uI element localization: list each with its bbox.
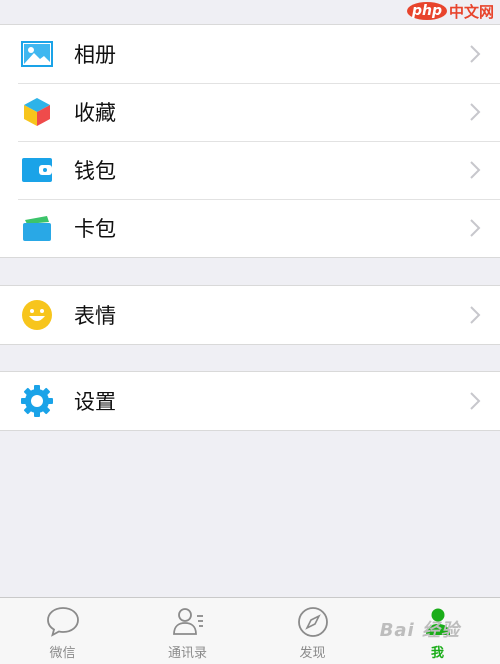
favorites-cube-icon (20, 95, 54, 129)
tab-label: 通讯录 (167, 646, 207, 661)
bottom-tab-bar: 微信 通讯录 发现 我 Bai 经验 (0, 597, 500, 664)
menu-item-label: 设置 (74, 390, 116, 414)
tab-label: 发现 (299, 646, 326, 661)
tab-label: 我 (430, 646, 444, 661)
chevron-right-icon (470, 219, 481, 237)
menu-group-2: 表情 (0, 285, 500, 345)
menu-item-favorites[interactable]: 收藏 (0, 83, 500, 141)
emoji-smile-icon (20, 298, 54, 332)
baidu-watermark: Bai 经验 (379, 620, 460, 641)
watermark-badge: php (406, 2, 447, 20)
chevron-right-icon (470, 161, 481, 179)
tab-chats[interactable]: 微信 (0, 598, 125, 664)
settings-gear-icon (20, 384, 54, 418)
photo-album-icon (20, 37, 54, 71)
menu-item-settings[interactable]: 设置 (0, 372, 500, 430)
watermark-text: 中文网 (448, 2, 494, 21)
chevron-right-icon (470, 103, 481, 121)
menu-item-label: 钱包 (74, 159, 116, 183)
menu-item-album[interactable]: 相册 (0, 25, 500, 83)
menu-item-label: 表情 (74, 304, 116, 328)
menu-item-label: 卡包 (74, 217, 116, 241)
menu-item-label: 收藏 (74, 101, 116, 125)
tab-contacts[interactable]: 通讯录 (125, 598, 250, 664)
chevron-right-icon (470, 306, 481, 324)
site-watermark: php 中文网 (406, 0, 494, 22)
compass-icon (297, 607, 328, 637)
chat-bubble-icon (46, 607, 79, 637)
menu-group-1: 相册 收藏 钱包 卡包 (0, 24, 500, 258)
menu-item-card-pack[interactable]: 卡包 (0, 199, 500, 257)
chevron-right-icon (470, 45, 481, 63)
menu-item-stickers[interactable]: 表情 (0, 286, 500, 344)
menu-item-wallet[interactable]: 钱包 (0, 141, 500, 199)
menu-group-3: 设置 (0, 371, 500, 431)
contacts-icon (172, 608, 203, 635)
card-pack-icon (20, 211, 54, 245)
chevron-right-icon (470, 392, 481, 410)
tab-label: 微信 (49, 646, 76, 661)
tab-discover[interactable]: 发现 (250, 598, 375, 664)
menu-item-label: 相册 (74, 43, 116, 67)
wallet-icon (20, 153, 54, 187)
